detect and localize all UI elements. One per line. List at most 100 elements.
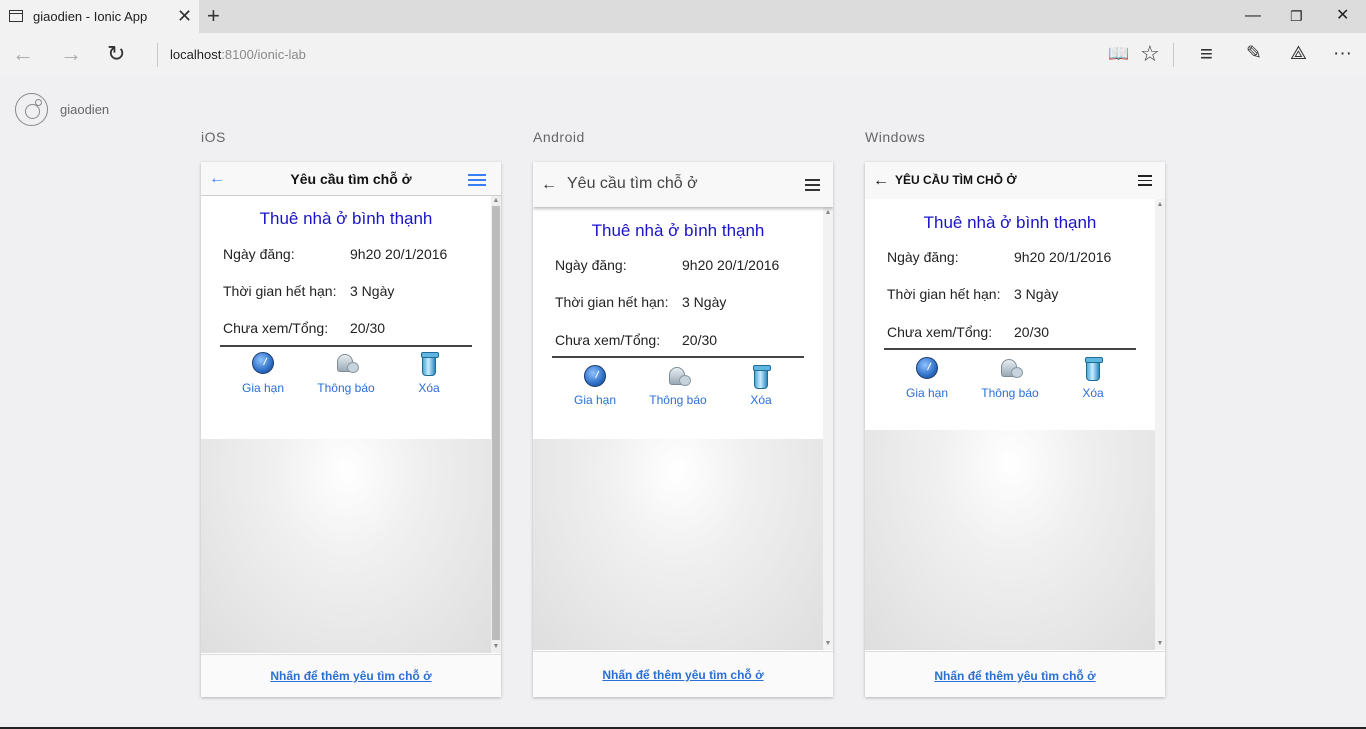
tab-title: giaodien - Ionic App xyxy=(33,9,148,24)
ios-menu-icon[interactable] xyxy=(468,174,486,189)
ios-delete-label: Xóa xyxy=(418,381,440,395)
browser-tab-bar: giaodien - Ionic App ✕ + — ❐ ✕ xyxy=(0,0,1366,33)
close-window-button[interactable]: ✕ xyxy=(1336,6,1349,26)
windows-add-request-link[interactable]: Nhấn để thêm yêu tìm chỗ ở xyxy=(934,669,1095,683)
ios-card: Thuê nhà ở bình thạnh Ngày đăng: 9h20 20… xyxy=(201,196,491,439)
notification-icon xyxy=(335,352,359,374)
windows-expiry-label: Thời gian hết hạn: xyxy=(887,286,1001,302)
restore-button[interactable]: ❐ xyxy=(1290,6,1303,26)
ios-notify-label: Thông báo xyxy=(317,381,375,395)
windows-unseen-value: 20/30 xyxy=(1014,324,1050,340)
platform-label-android: Android xyxy=(533,129,585,145)
android-post-title[interactable]: Thuê nhà ở bình thạnh xyxy=(533,221,823,241)
ios-posted-label: Ngày đăng: xyxy=(223,246,295,262)
ios-delete-button[interactable]: Xóa xyxy=(389,351,469,395)
back-button[interactable]: ← xyxy=(12,42,34,66)
hub-icon[interactable]: ≡ xyxy=(1200,42,1213,66)
android-unseen-label: Chưa xem/Tổng: xyxy=(555,332,661,348)
windows-background xyxy=(865,430,1155,650)
reading-view-icon[interactable]: 📖 xyxy=(1108,42,1129,66)
tab-close-icon[interactable]: ✕ xyxy=(177,6,192,26)
android-notify-button[interactable]: Thông báo xyxy=(638,363,718,407)
ios-unseen-value: 20/30 xyxy=(350,320,386,336)
web-note-icon[interactable]: ✎ xyxy=(1246,42,1262,66)
windows-notify-label: Thông báo xyxy=(981,386,1039,400)
windows-menu-icon[interactable] xyxy=(1138,175,1152,189)
windows-card: Thuê nhà ở bình thạnh Ngày đăng: 9h20 20… xyxy=(865,199,1155,430)
ios-background xyxy=(201,439,491,653)
ios-footer: Nhấn để thêm yêu tìm chỗ ở xyxy=(201,654,501,697)
address-separator xyxy=(157,43,158,67)
android-background xyxy=(533,439,823,650)
url-path: :8100/ionic-lab xyxy=(221,47,306,62)
browser-tab[interactable]: giaodien - Ionic App ✕ xyxy=(0,0,199,33)
windows-extend-label: Gia hạn xyxy=(905,386,949,400)
ios-extend-button[interactable]: Gia hạn xyxy=(223,351,303,395)
ios-header: ← Yêu cầu tìm chỗ ở xyxy=(201,162,501,196)
android-expiry-value: 3 Ngày xyxy=(682,294,727,310)
ios-scroll-thumb[interactable] xyxy=(492,206,500,640)
ios-unseen-label: Chưa xem/Tổng: xyxy=(223,320,329,336)
ios-add-request-link[interactable]: Nhấn để thêm yêu tìm chỗ ở xyxy=(270,669,431,683)
scroll-up-icon[interactable]: ▲ xyxy=(1155,201,1165,209)
ios-posted-value: 9h20 20/1/2016 xyxy=(350,246,448,262)
windows-unseen-label: Chưa xem/Tổng: xyxy=(887,324,993,340)
android-scrollbar[interactable]: ▲ ▼ xyxy=(823,207,833,650)
url-field[interactable]: localhost:8100/ionic-lab xyxy=(170,47,306,62)
android-delete-label: Xóa xyxy=(750,393,772,407)
favorite-star-icon[interactable]: ☆ xyxy=(1140,42,1160,66)
share-icon[interactable]: ⟁ xyxy=(1290,42,1307,66)
windows-delete-button[interactable]: Xóa xyxy=(1053,356,1133,400)
android-header-title: Yêu cầu tìm chỗ ở xyxy=(567,175,698,192)
android-add-request-link[interactable]: Nhấn để thêm yêu tìm chỗ ở xyxy=(602,668,763,682)
windows-footer: Nhấn để thêm yêu tìm chỗ ở xyxy=(865,651,1165,697)
scroll-down-icon[interactable]: ▼ xyxy=(823,640,833,648)
android-notify-label: Thông báo xyxy=(649,393,707,407)
android-posted-value: 9h20 20/1/2016 xyxy=(682,257,780,273)
windows-delete-label: Xóa xyxy=(1082,386,1104,400)
android-delete-button[interactable]: Xóa xyxy=(721,363,801,407)
ios-header-title: Yêu cầu tìm chỗ ở xyxy=(290,171,412,187)
clock-icon xyxy=(252,352,274,374)
ios-scrollbar[interactable]: ▲ ▼ xyxy=(491,196,501,653)
windows-divider xyxy=(884,348,1136,350)
scroll-up-icon[interactable]: ▲ xyxy=(491,197,501,205)
trash-icon xyxy=(753,365,771,389)
more-icon[interactable]: ··· xyxy=(1333,42,1352,66)
ios-post-title[interactable]: Thuê nhà ở bình thạnh xyxy=(201,209,491,229)
android-extend-button[interactable]: Gia hạn xyxy=(555,363,635,407)
ios-notify-button[interactable]: Thông báo xyxy=(306,351,386,395)
windows-posted-value: 9h20 20/1/2016 xyxy=(1014,249,1112,265)
scroll-down-icon[interactable]: ▼ xyxy=(491,643,501,651)
trash-icon xyxy=(421,352,439,376)
clock-icon xyxy=(584,365,606,387)
scroll-down-icon[interactable]: ▼ xyxy=(1155,640,1165,648)
android-card: Thuê nhà ở bình thạnh Ngày đăng: 9h20 20… xyxy=(533,208,823,439)
refresh-button[interactable]: ↻ xyxy=(107,42,125,66)
minimize-button[interactable]: — xyxy=(1245,6,1261,26)
device-windows: ← YÊU CẦU TÌM CHỖ Ở Thuê nhà ở bình thạn… xyxy=(865,162,1165,697)
windows-back-icon[interactable]: ← xyxy=(873,173,889,189)
ionic-lab-logo-icon xyxy=(15,93,48,126)
windows-extend-button[interactable]: Gia hạn xyxy=(887,356,967,400)
app-name: giaodien xyxy=(60,102,110,117)
android-header: ← Yêu cầu tìm chỗ ở xyxy=(533,162,833,207)
ios-expiry-label: Thời gian hết hạn: xyxy=(223,283,337,299)
forward-button[interactable]: → xyxy=(60,42,82,66)
windows-notify-button[interactable]: Thông báo xyxy=(970,356,1050,400)
android-posted-label: Ngày đăng: xyxy=(555,257,627,273)
windows-scrollbar[interactable]: ▲ ▼ xyxy=(1155,199,1165,650)
windows-header: ← YÊU CẦU TÌM CHỖ Ở xyxy=(865,162,1165,199)
scroll-up-icon[interactable]: ▲ xyxy=(823,209,833,217)
device-android: ← Yêu cầu tìm chỗ ở Thuê nhà ở bình thạn… xyxy=(533,162,833,697)
android-extend-label: Gia hạn xyxy=(573,393,617,407)
android-back-icon[interactable]: ← xyxy=(541,177,557,193)
new-tab-button[interactable]: + xyxy=(207,4,220,28)
tab-page-icon xyxy=(9,10,23,22)
windows-header-title: YÊU CẦU TÌM CHỖ Ở xyxy=(895,173,1017,187)
windows-post-title[interactable]: Thuê nhà ở bình thạnh xyxy=(865,213,1155,233)
notification-icon xyxy=(667,365,691,387)
android-menu-icon[interactable] xyxy=(805,179,820,194)
android-divider xyxy=(552,356,804,358)
platform-label-windows: Windows xyxy=(865,129,926,145)
